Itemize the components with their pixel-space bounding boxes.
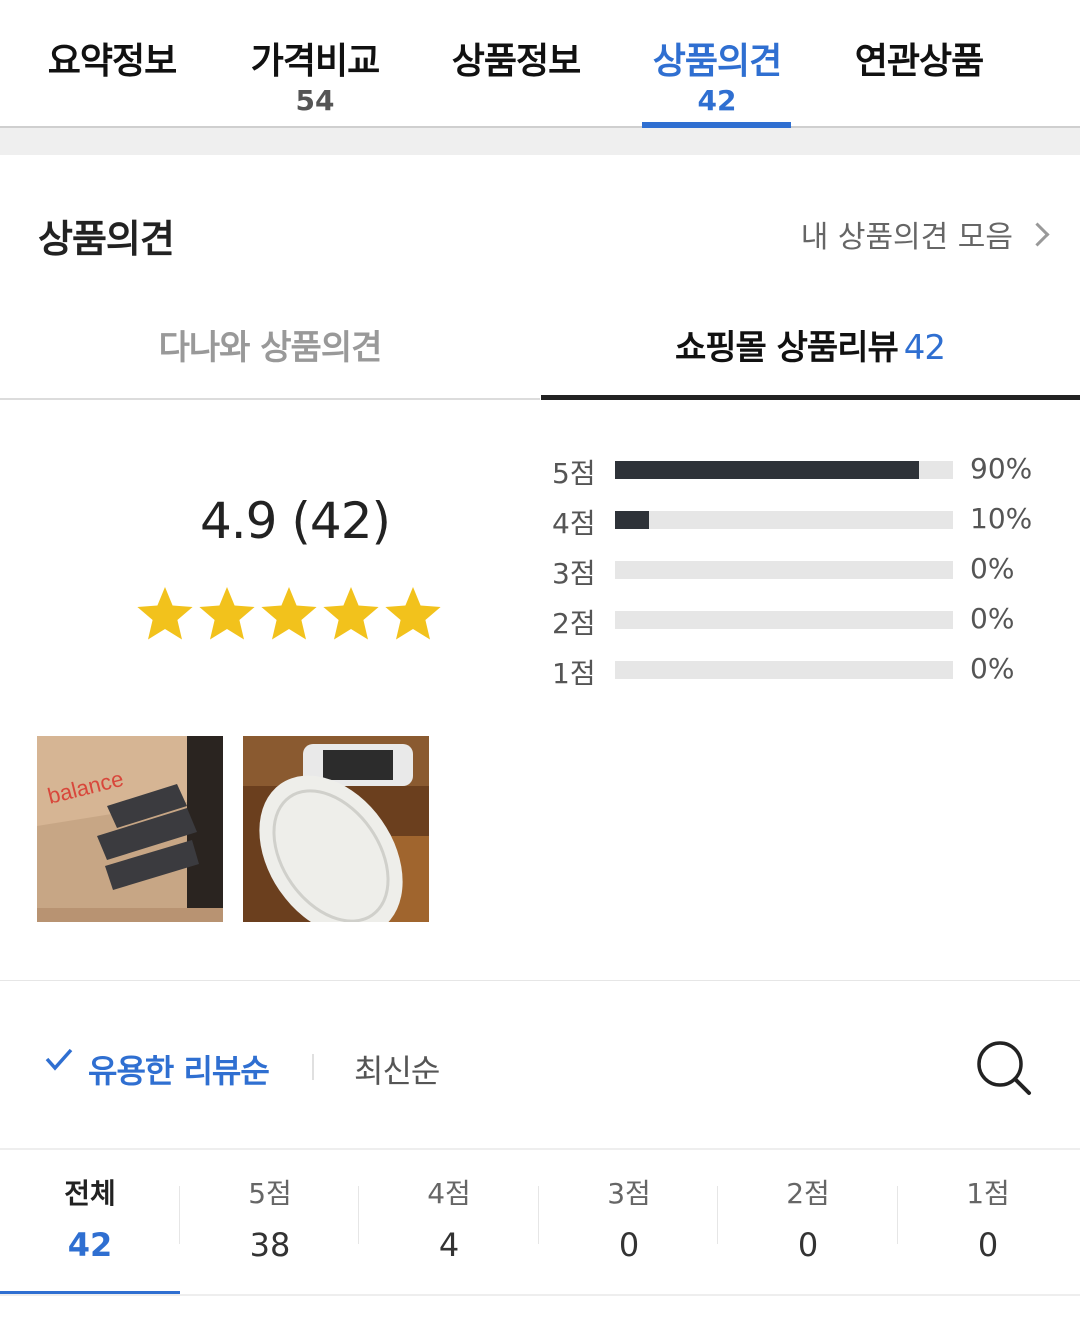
- average-score: 4.9 (42): [199, 492, 391, 550]
- star-icon: [385, 587, 441, 640]
- distribution-percent: 90%: [970, 452, 1033, 485]
- tab-label: 요약정보: [47, 41, 177, 82]
- section-spacer: [0, 128, 1080, 155]
- review-source-tabs: 다나와 상품의견 쇼핑몰 상품리뷰 42: [0, 300, 1080, 400]
- filter-label: 2점: [786, 1177, 830, 1210]
- review-photo-box[interactable]: balance: [37, 736, 223, 922]
- star-filter-bar: 전체 42 5점 38 4점 4 3점 0 2점 0 1점 0: [0, 1150, 1080, 1296]
- tab-product-info[interactable]: 상품정보: [431, 38, 601, 86]
- filter-count: 38: [249, 1226, 291, 1264]
- tab-label: 쇼핑몰 상품리뷰: [674, 328, 899, 368]
- rating-distribution: 5점 90% 4점 10% 3점 0% 2점 0% 1점 0%: [552, 448, 1052, 698]
- distribution-row: 4점 10%: [552, 498, 1052, 548]
- search-icon[interactable]: [976, 1040, 1032, 1096]
- filter-count: 0: [977, 1226, 999, 1264]
- star-icon: [323, 587, 379, 640]
- filter-1-star[interactable]: 1점 0: [898, 1174, 1078, 1276]
- section-title: 상품의견: [38, 217, 175, 261]
- tab-count: 42: [903, 328, 946, 368]
- filter-4-star[interactable]: 4점 4: [359, 1174, 539, 1276]
- filter-label: 전체: [64, 1177, 116, 1210]
- star-icon: [199, 587, 255, 640]
- tab-label: 상품의견: [652, 41, 782, 82]
- filter-3-star[interactable]: 3점 0: [539, 1174, 719, 1276]
- filter-label: 5점: [248, 1177, 292, 1210]
- distribution-bar-fill: [615, 461, 920, 479]
- tab-label: 연관상품: [854, 41, 984, 82]
- distribution-label: 4점: [552, 507, 596, 540]
- filter-5-star[interactable]: 5점 38: [180, 1174, 360, 1276]
- divider: [312, 1054, 314, 1080]
- my-reviews-label: 내 상품의견 모음: [800, 220, 1013, 255]
- distribution-percent: 0%: [970, 652, 1015, 685]
- distribution-row: 5점 90%: [552, 448, 1052, 498]
- star-icon: [261, 587, 317, 640]
- filter-label: 4점: [427, 1177, 471, 1210]
- tab-label: 가격비교: [250, 41, 380, 82]
- distribution-row: 2점 0%: [552, 598, 1052, 648]
- distribution-label: 5점: [552, 457, 596, 490]
- check-icon: [45, 1048, 73, 1071]
- filter-count: 4: [438, 1226, 460, 1264]
- tab-product-opinions[interactable]: 상품의견 42: [632, 38, 802, 116]
- filter-count: 42: [67, 1226, 113, 1264]
- tab-label: 다나와 상품의견: [158, 328, 383, 368]
- filter-count: 0: [797, 1226, 819, 1264]
- distribution-row: 3점 0%: [552, 548, 1052, 598]
- distribution-percent: 0%: [970, 602, 1015, 635]
- distribution-label: 3점: [552, 557, 596, 590]
- distribution-percent: 10%: [970, 502, 1033, 535]
- tab-summary[interactable]: 요약정보: [27, 38, 197, 86]
- star-rating: [137, 587, 441, 640]
- filter-all[interactable]: 전체 42: [0, 1174, 180, 1276]
- chevron-right-icon: [1025, 221, 1050, 247]
- filter-2-star[interactable]: 2점 0: [718, 1174, 898, 1276]
- filter-label: 3점: [607, 1177, 651, 1210]
- distribution-bar-track: [615, 611, 953, 629]
- filter-label: 1점: [966, 1177, 1010, 1210]
- star-icon: [137, 587, 193, 640]
- tab-count: 54: [295, 84, 335, 117]
- distribution-bar-track: [615, 461, 953, 479]
- tab-danawa-opinions[interactable]: 다나와 상품의견: [0, 320, 540, 369]
- distribution-bar-track: [615, 661, 953, 679]
- distribution-bar-fill: [615, 511, 649, 529]
- top-tab-bar: 요약정보 가격비교 54 상품정보 상품의견 42 연관상품: [0, 0, 1080, 128]
- review-photo-slipper[interactable]: [243, 736, 429, 922]
- sort-useful-button[interactable]: 유용한 리뷰순: [88, 1046, 270, 1092]
- tab-count: 42: [697, 84, 737, 117]
- my-reviews-link[interactable]: 내 상품의견 모음: [800, 212, 1050, 256]
- sort-newest-button[interactable]: 최신순: [354, 1046, 440, 1092]
- tab-price-compare[interactable]: 가격비교 54: [230, 38, 400, 116]
- distribution-label: 1점: [552, 657, 596, 690]
- divider: [0, 1294, 1080, 1296]
- box-photo-image: balance: [37, 736, 223, 922]
- distribution-label: 2점: [552, 607, 596, 640]
- distribution-bar-track: [615, 511, 953, 529]
- tab-mall-reviews[interactable]: 쇼핑몰 상품리뷰 42: [540, 320, 1080, 369]
- tab-related-products[interactable]: 연관상품: [834, 38, 1004, 86]
- tab-label: 상품정보: [451, 41, 581, 82]
- slipper-photo-image: [243, 736, 429, 922]
- distribution-percent: 0%: [970, 552, 1015, 585]
- filter-count: 0: [618, 1226, 640, 1264]
- distribution-bar-track: [615, 561, 953, 579]
- active-subtab-indicator: [541, 395, 1080, 400]
- distribution-row: 1점 0%: [552, 648, 1052, 698]
- divider: [0, 398, 540, 400]
- divider: [0, 980, 1080, 981]
